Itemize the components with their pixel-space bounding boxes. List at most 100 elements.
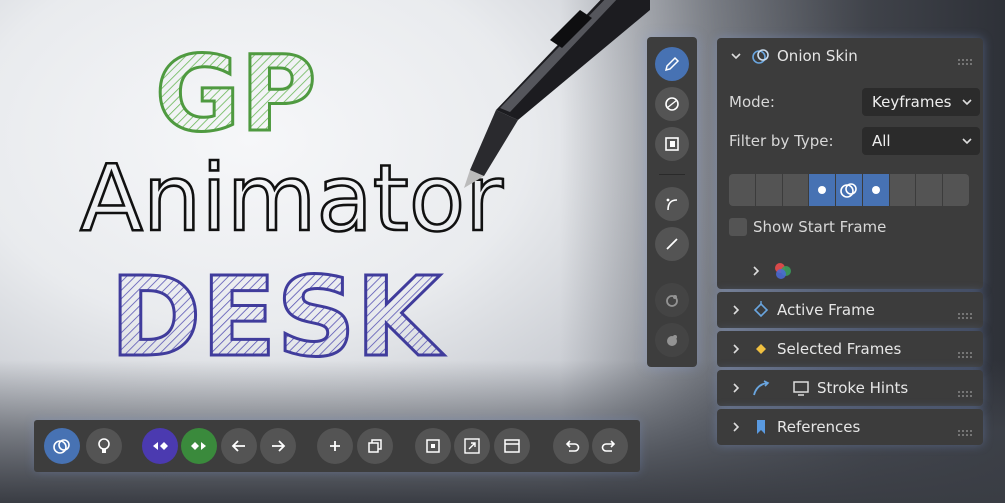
- onion-skin-toggle-button[interactable]: [44, 428, 80, 464]
- selected-frames-title: Selected Frames: [777, 340, 902, 358]
- colors-subpanel-row[interactable]: [749, 257, 971, 285]
- frame-cell[interactable]: [755, 174, 782, 206]
- frame-cell[interactable]: [943, 174, 970, 206]
- stop-button[interactable]: [415, 428, 451, 464]
- onion-frame-range[interactable]: [729, 174, 970, 206]
- chevron-right-icon: [729, 303, 743, 317]
- fill-tool-button[interactable]: [655, 127, 689, 161]
- bottom-toolbar: [34, 420, 640, 472]
- mode-select[interactable]: Keyframes: [862, 88, 980, 116]
- duplicate-button[interactable]: [357, 428, 393, 464]
- tool-separator: [659, 174, 685, 175]
- redo-icon: [601, 440, 616, 452]
- arrow-left-icon: [231, 440, 245, 452]
- sculpt-tool-button-2[interactable]: [655, 323, 689, 357]
- chevron-right-icon: [729, 420, 743, 434]
- tool-strip: [647, 37, 697, 367]
- stroke-hints-panel[interactable]: Stroke Hints: [717, 370, 983, 406]
- dot-icon: [871, 186, 880, 194]
- frame-cell[interactable]: [782, 174, 809, 206]
- redo-button[interactable]: [592, 428, 628, 464]
- window-button[interactable]: [494, 428, 530, 464]
- references-panel[interactable]: References: [717, 409, 983, 445]
- mode-label: Mode:: [729, 93, 775, 111]
- lightbulb-button[interactable]: [86, 428, 122, 464]
- erase-tool-button[interactable]: [655, 87, 689, 121]
- onion-skin-icon: [53, 439, 70, 454]
- next-keyframe-icon: [191, 442, 206, 450]
- monitor-icon: [791, 378, 811, 398]
- next-keyframe-button[interactable]: [181, 428, 217, 464]
- arrow-right-icon: [272, 440, 286, 452]
- drag-handle-icon[interactable]: [957, 306, 973, 319]
- stroke-arrow-icon: [751, 378, 771, 398]
- line-tool-button[interactable]: [655, 227, 689, 261]
- onion-skin-panel: Onion Skin Mode: Keyframes Filter by Typ…: [717, 38, 983, 289]
- selected-frames-panel[interactable]: Selected Frames: [717, 331, 983, 367]
- filter-row: Filter by Type: All: [729, 127, 980, 155]
- chevron-right-icon: [729, 342, 743, 356]
- show-start-frame-row[interactable]: Show Start Frame: [729, 213, 971, 241]
- next-frame-button[interactable]: [260, 428, 296, 464]
- fullscreen-icon: [464, 438, 480, 454]
- color-circles-icon: [775, 263, 791, 279]
- keyframe-filled-icon: [751, 339, 771, 359]
- onion-skin-icon: [840, 183, 857, 198]
- drag-handle-icon[interactable]: [957, 384, 973, 397]
- frame-cell-before[interactable]: [809, 174, 836, 206]
- chevron-down-icon: [729, 49, 743, 63]
- chevron-right-icon: [729, 381, 743, 395]
- line-icon: [666, 238, 678, 250]
- drag-handle-icon[interactable]: [957, 52, 973, 65]
- duplicate-icon: [368, 439, 382, 453]
- frame-cell[interactable]: [729, 174, 755, 206]
- selected-frames-header[interactable]: Selected Frames: [717, 331, 983, 367]
- active-frame-panel[interactable]: Active Frame: [717, 292, 983, 328]
- title-desk: DESK: [110, 253, 445, 380]
- prev-keyframe-button[interactable]: [142, 428, 178, 464]
- fullscreen-button[interactable]: [454, 428, 490, 464]
- sculpt-icon: [667, 335, 677, 346]
- stylus-pen: [464, 0, 650, 188]
- onion-skin-icon: [751, 46, 771, 66]
- stop-icon: [426, 439, 440, 453]
- frame-cell[interactable]: [916, 174, 943, 206]
- mode-row: Mode: Keyframes: [729, 88, 980, 116]
- stroke-hints-title: Stroke Hints: [817, 379, 909, 397]
- eraser-icon: [665, 97, 679, 111]
- sculpt-tool-button[interactable]: [655, 283, 689, 317]
- stroke-hints-header[interactable]: Stroke Hints: [717, 370, 983, 406]
- keyframe-outline-icon: [751, 300, 771, 320]
- undo-button[interactable]: [553, 428, 589, 464]
- sculpt-icon: [666, 295, 678, 307]
- onion-skin-header[interactable]: Onion Skin: [717, 38, 983, 74]
- prev-frame-button[interactable]: [221, 428, 257, 464]
- onion-skin-title: Onion Skin: [777, 47, 858, 65]
- draw-tool-button[interactable]: [655, 47, 689, 81]
- drag-handle-icon[interactable]: [957, 345, 973, 358]
- lightbulb-icon: [98, 438, 110, 453]
- curve-icon: [666, 198, 678, 211]
- pencil-icon: [664, 56, 680, 72]
- dot-icon: [818, 186, 827, 194]
- drag-handle-icon[interactable]: [957, 423, 973, 436]
- mode-value: Keyframes: [872, 93, 952, 111]
- chevron-down-icon: [962, 138, 972, 145]
- frame-cell-after[interactable]: [862, 174, 889, 206]
- filter-select[interactable]: All: [862, 127, 980, 155]
- title-gp: GP: [155, 33, 317, 155]
- chevron-down-icon: [962, 99, 972, 106]
- curve-tool-button[interactable]: [655, 187, 689, 221]
- active-frame-title: Active Frame: [777, 301, 875, 319]
- references-title: References: [777, 418, 861, 436]
- filter-label: Filter by Type:: [729, 132, 834, 150]
- add-keyframe-button[interactable]: [317, 428, 353, 464]
- prev-keyframe-icon: [153, 442, 168, 450]
- fill-icon: [665, 137, 679, 151]
- filter-value: All: [872, 132, 891, 150]
- show-start-frame-checkbox[interactable]: [729, 218, 747, 236]
- references-header[interactable]: References: [717, 409, 983, 445]
- active-frame-header[interactable]: Active Frame: [717, 292, 983, 328]
- frame-cell[interactable]: [889, 174, 916, 206]
- frame-cell-current[interactable]: [836, 174, 862, 206]
